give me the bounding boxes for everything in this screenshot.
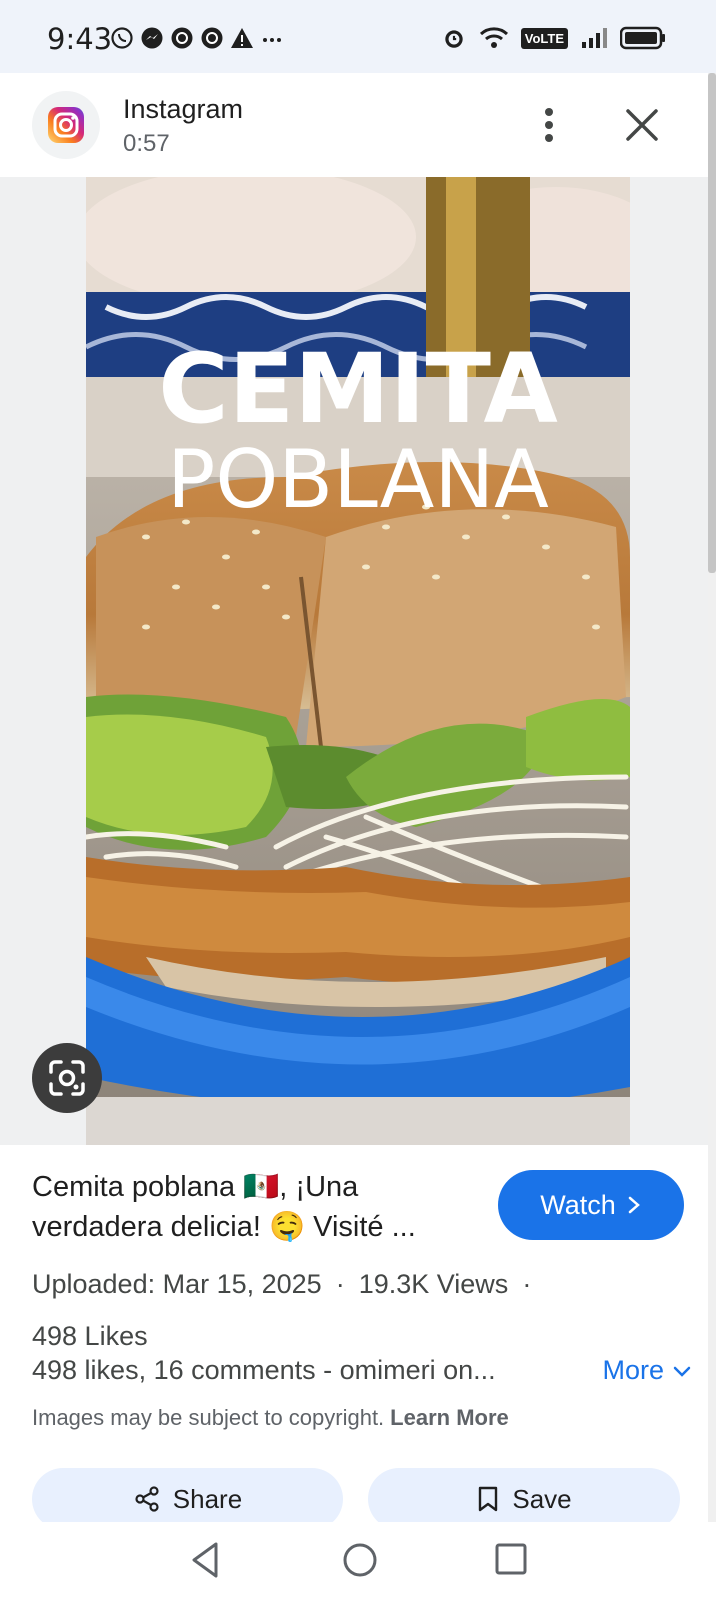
cemita-photo: CEMITA POBLANA [86,177,630,1145]
description-row: 498 likes, 16 comments - omimeri on... M… [32,1355,692,1395]
alarm-icon [445,30,463,48]
video-duration: 0:57 [123,130,170,157]
notification-icons [110,26,284,50]
lens-icon [49,1060,85,1096]
overlay-title-line1: CEMITA [158,333,558,445]
save-label: Save [512,1483,572,1514]
scroll-thumb[interactable] [708,73,716,573]
more-dots-icon [263,38,281,42]
chevron-right-icon [628,1196,640,1214]
messenger-icon [141,27,163,49]
status-time: 9:43 [47,22,113,56]
view-count: 19.3K Views [358,1269,509,1299]
instagram-icon [48,107,84,143]
viewer-header: Instagram 0:57 [0,73,708,177]
signal-icon [582,28,607,48]
status-bar: 9:43 VoLTE [0,0,716,73]
description-text: 498 likes, 16 comments - omimeri on... [32,1355,496,1385]
separator-dot: · [522,1269,532,1299]
back-icon[interactable] [188,1540,222,1580]
warning-icon [231,28,253,48]
overlay-title-line2: POBLANA [167,433,549,526]
instagram-logo [32,91,100,159]
volte-badge: VoLTE [520,27,568,49]
copyright-notice: Images may be subject to copyright. Learn… [32,1405,509,1431]
source-app-name: Instagram [123,94,244,124]
image-preview-area: CEMITA POBLANA [0,177,708,1145]
bookmark-icon [479,1486,498,1512]
home-icon[interactable] [340,1540,380,1580]
share-label: Share [172,1483,243,1514]
learn-more-link[interactable]: Learn More [390,1405,509,1430]
close-icon[interactable] [620,103,664,147]
system-icons: VoLTE [441,25,666,51]
watch-button[interactable]: Watch [498,1170,684,1240]
watch-label: Watch [540,1189,616,1220]
more-button[interactable]: More [602,1355,692,1386]
share-button[interactable]: Share [32,1468,343,1530]
scrollbar[interactable] [708,73,716,1523]
system-navigation-bar [0,1522,716,1600]
app-icon [171,27,193,49]
wifi-icon [479,27,508,48]
app-icon [201,27,223,49]
more-label: More [602,1355,664,1385]
more-options-icon[interactable] [532,103,566,147]
share-icon [135,1486,159,1512]
separator-dot: · [335,1269,345,1299]
whatsapp-icon [111,27,133,49]
google-lens-button[interactable] [32,1043,102,1113]
result-title[interactable]: Cemita poblana 🇲🇽, ¡Una verdadera delici… [32,1167,472,1247]
result-metadata: Uploaded: Mar 15, 2025 · 19.3K Views · 498 … [32,1258,672,1362]
chevron-down-icon [673,1366,691,1377]
result-image[interactable]: CEMITA POBLANA [86,177,630,1145]
copyright-text: Images may be subject to copyright. [32,1405,385,1430]
recent-apps-icon[interactable] [494,1542,528,1576]
like-count: 498 Likes [32,1321,148,1351]
battery-icon [620,26,665,50]
save-button[interactable]: Save [368,1468,680,1530]
upload-date: Uploaded: Mar 15, 2025 [32,1269,322,1299]
